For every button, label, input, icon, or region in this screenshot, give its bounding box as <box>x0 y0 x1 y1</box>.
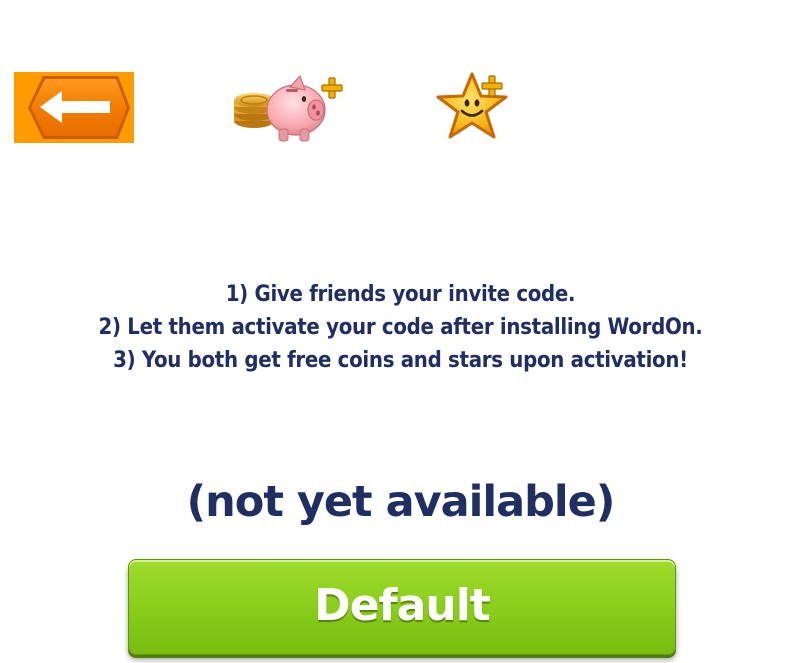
instruction-step-1: 1) Give friends your invite code. <box>225 282 576 307</box>
instruction-step-3: 3) You both get free coins and stars upo… <box>113 348 688 373</box>
left-arrow-icon <box>14 72 134 143</box>
invite-instructions: 1) Give friends your invite code. 2) Let… <box>0 278 801 377</box>
piggy-bank-coins-plus-icon <box>234 74 343 142</box>
default-button[interactable]: Default <box>128 559 676 655</box>
instruction-step-2: 2) Let them activate your code after ins… <box>98 315 703 340</box>
buy-coins-button[interactable] <box>230 70 348 146</box>
buy-stars-button[interactable] <box>434 70 514 144</box>
back-button[interactable] <box>14 72 134 143</box>
default-button-label: Default <box>314 580 491 631</box>
invite-code-status: (not yet available) <box>186 477 616 527</box>
star-plus-icon <box>436 72 508 139</box>
